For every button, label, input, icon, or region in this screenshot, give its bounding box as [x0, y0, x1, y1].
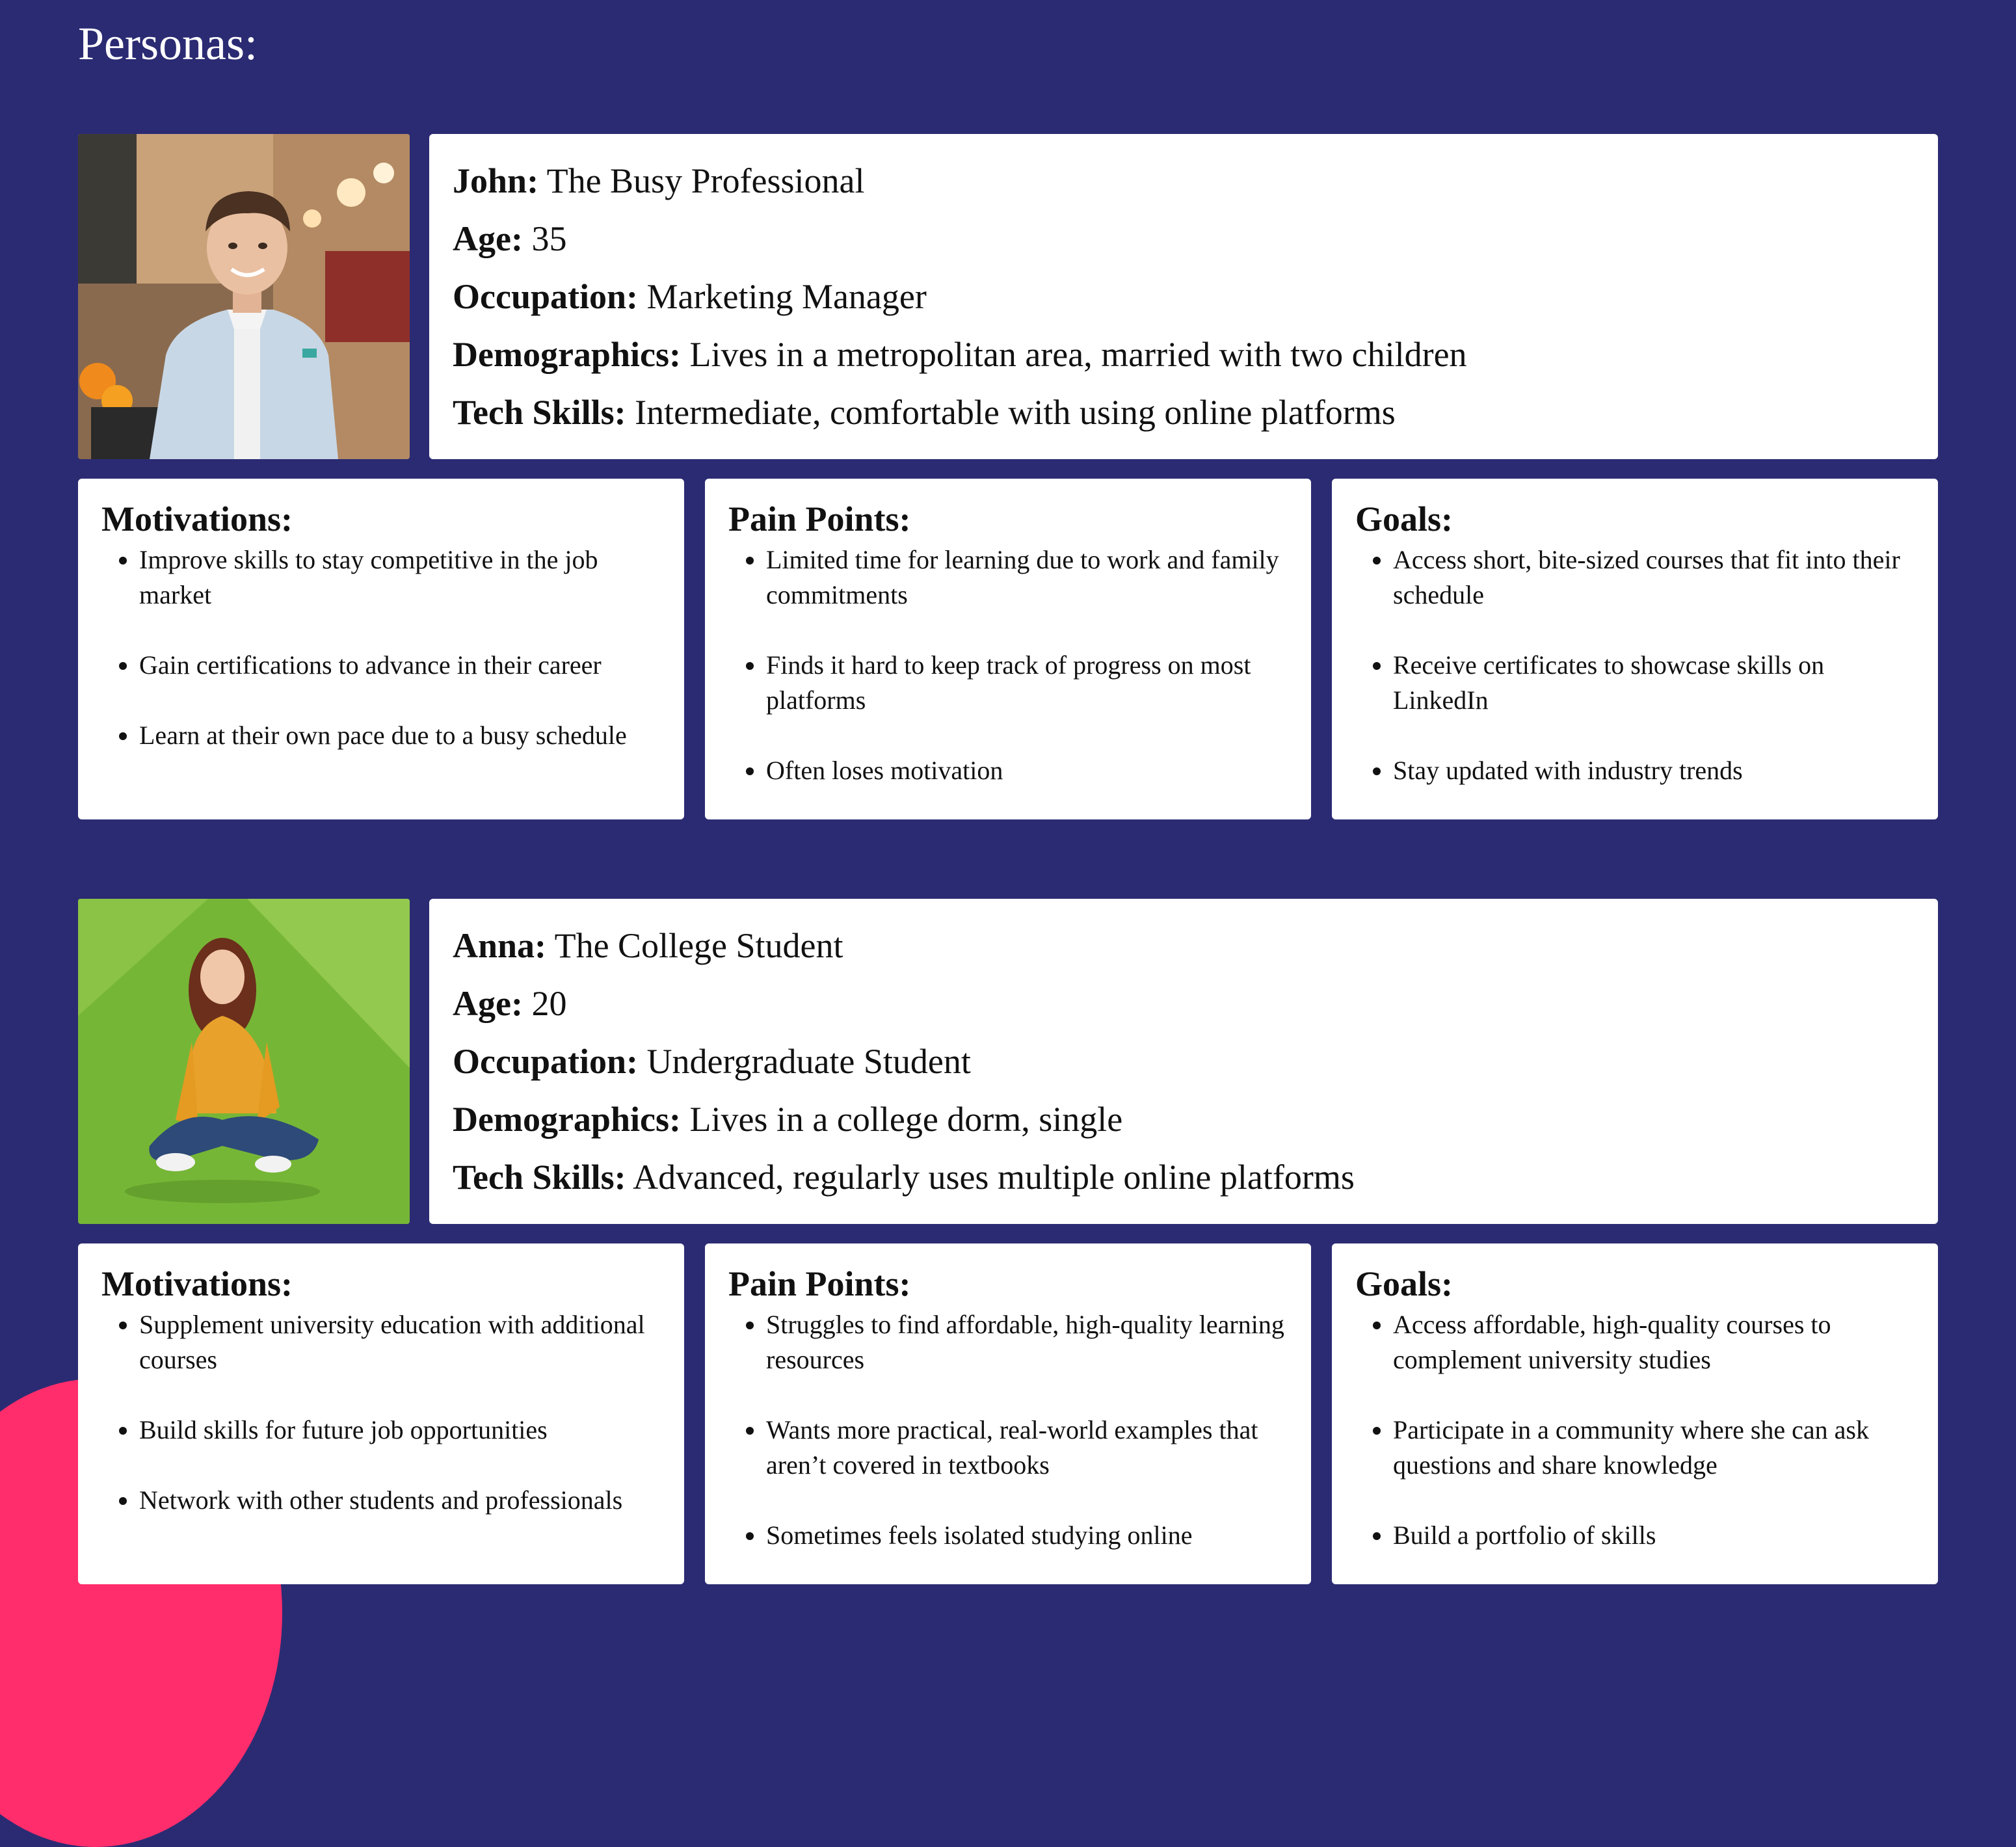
- list-item: Finds it hard to keep track of progress …: [766, 648, 1288, 718]
- field-label: Demographics:: [453, 1100, 681, 1139]
- john-info-card: John: The Busy Professional Age: 35 Occu…: [429, 134, 1938, 459]
- demographics-row: Demographics: Lives in a metropolitan ar…: [453, 326, 1915, 384]
- list-item: Network with other students and professi…: [139, 1483, 661, 1518]
- list-item: Often loses motivation: [766, 753, 1288, 788]
- demographics-row: Demographics: Lives in a college dorm, s…: [453, 1091, 1915, 1149]
- field-value: Intermediate, comfortable with using onl…: [635, 393, 1396, 432]
- page-title: Personas:: [78, 18, 258, 70]
- tech-skills-row: Tech Skills: Advanced, regularly uses mu…: [453, 1149, 1915, 1206]
- list-item: Supplement university education with add…: [139, 1307, 661, 1377]
- persona-tagline: The College Student: [554, 926, 843, 965]
- field-label: Demographics:: [453, 335, 681, 374]
- field-label: Age:: [453, 219, 523, 258]
- list-item: Build skills for future job opportunitie…: [139, 1413, 661, 1448]
- card-title: Motivations:: [101, 1264, 293, 1303]
- list-item: Improve skills to stay competitive in th…: [139, 542, 661, 613]
- anna-pain-points-card: Pain Points: Struggles to find affordabl…: [705, 1243, 1311, 1584]
- persona-name: John:: [453, 161, 539, 200]
- list-item: Access short, bite-sized courses that fi…: [1393, 542, 1915, 613]
- list-item: Struggles to find affordable, high-quali…: [766, 1307, 1288, 1377]
- list-item: Access affordable, high-quality courses …: [1393, 1307, 1915, 1377]
- anna-motivations-card: Motivations: Supplement university educa…: [78, 1243, 684, 1584]
- john-goals-card: Goals: Access short, bite-sized courses …: [1332, 479, 1938, 819]
- anna-goals-card: Goals: Access affordable, high-quality c…: [1332, 1243, 1938, 1584]
- field-label: Occupation:: [453, 1042, 639, 1081]
- list-item: Stay updated with industry trends: [1393, 753, 1915, 788]
- field-label: Tech Skills:: [453, 1158, 626, 1197]
- list-item: Participate in a community where she can…: [1393, 1413, 1915, 1483]
- occupation-row: Occupation: Marketing Manager: [453, 268, 1915, 326]
- list-item: Build a portfolio of skills: [1393, 1518, 1915, 1553]
- anna-info-card: Anna: The College Student Age: 20 Occupa…: [429, 899, 1938, 1224]
- age-row: Age: 20: [453, 975, 1915, 1033]
- list-item: Learn at their own pace due to a busy sc…: [139, 718, 661, 753]
- persona-name-row: John: The Busy Professional: [453, 152, 1915, 210]
- list-item: Wants more practical, real-world example…: [766, 1413, 1288, 1483]
- field-label: Tech Skills:: [453, 393, 626, 432]
- tech-skills-row: Tech Skills: Intermediate, comfortable w…: [453, 384, 1915, 442]
- age-row: Age: 35: [453, 210, 1915, 268]
- persona-name-row: Anna: The College Student: [453, 917, 1915, 975]
- occupation-row: Occupation: Undergraduate Student: [453, 1033, 1915, 1091]
- field-value: Undergraduate Student: [646, 1042, 971, 1081]
- field-label: Age:: [453, 984, 523, 1023]
- card-title: Goals:: [1355, 499, 1453, 538]
- list-item: Sometimes feels isolated studying online: [766, 1518, 1288, 1553]
- card-title: Goals:: [1355, 1264, 1453, 1303]
- card-title: Pain Points:: [728, 499, 911, 538]
- field-value: Lives in a metropolitan area, married wi…: [689, 335, 1467, 374]
- anna-photo: [78, 899, 410, 1224]
- persona-name: Anna:: [453, 926, 547, 965]
- field-value: Lives in a college dorm, single: [689, 1100, 1123, 1139]
- field-value: 20: [531, 984, 567, 1023]
- john-motivations-card: Motivations: Improve skills to stay comp…: [78, 479, 684, 819]
- card-title: Pain Points:: [728, 1264, 911, 1303]
- john-photo: [78, 134, 410, 459]
- field-value: 35: [531, 219, 567, 258]
- john-pain-points-card: Pain Points: Limited time for learning d…: [705, 479, 1311, 819]
- field-value: Advanced, regularly uses multiple online…: [633, 1158, 1355, 1197]
- field-value: Marketing Manager: [646, 277, 927, 316]
- card-title: Motivations:: [101, 499, 293, 538]
- field-label: Occupation:: [453, 277, 639, 316]
- persona-tagline: The Busy Professional: [546, 161, 865, 200]
- list-item: Limited time for learning due to work an…: [766, 542, 1288, 613]
- list-item: Receive certificates to showcase skills …: [1393, 648, 1915, 718]
- list-item: Gain certifications to advance in their …: [139, 648, 661, 683]
